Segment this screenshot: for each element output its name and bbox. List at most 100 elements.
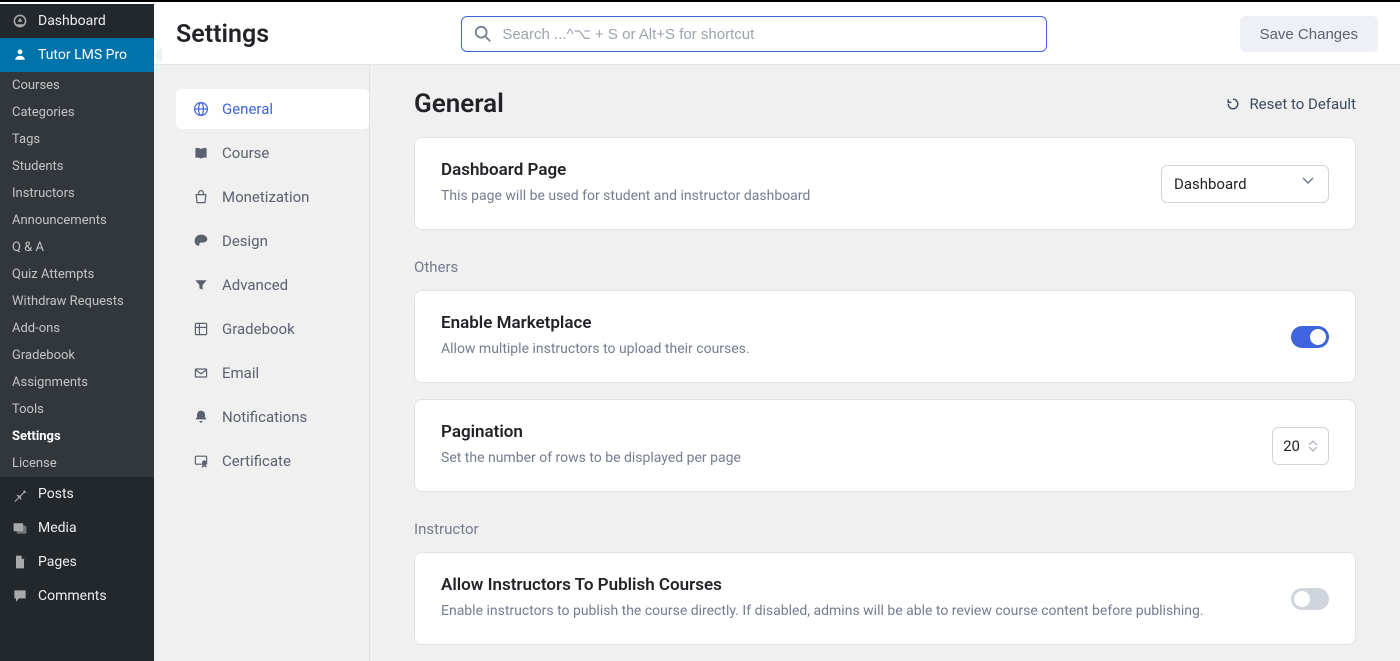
globe-icon xyxy=(192,100,210,118)
wp-sub-tags[interactable]: Tags xyxy=(0,126,154,153)
section-others-label: Others xyxy=(414,258,1356,276)
search-box[interactable] xyxy=(461,16,1047,52)
tab-label: Gradebook xyxy=(222,320,295,338)
mail-icon xyxy=(192,364,210,382)
reset-icon xyxy=(1225,96,1241,112)
tab-email[interactable]: Email xyxy=(176,353,369,393)
main-area: Settings Save Changes General xyxy=(154,4,1400,661)
dashboard-icon xyxy=(10,11,30,31)
dashboard-page-select[interactable]: Dashboard xyxy=(1161,165,1329,203)
field-label: Allow Instructors To Publish Courses xyxy=(441,575,1267,595)
wp-sub-announcements[interactable]: Announcements xyxy=(0,207,154,234)
field-desc: Enable instructors to publish the course… xyxy=(441,601,1267,622)
tab-label: Email xyxy=(222,364,259,382)
pagination-card: Pagination Set the number of rows to be … xyxy=(414,399,1356,492)
bag-icon xyxy=(192,188,210,206)
wp-sub-withdraw[interactable]: Withdraw Requests xyxy=(0,288,154,315)
topbar: Settings Save Changes xyxy=(154,4,1400,65)
field-desc: Set the number of rows to be displayed p… xyxy=(441,448,1248,469)
chevron-down-icon xyxy=(1302,177,1316,191)
wp-menu-label: Dashboard xyxy=(38,13,106,29)
dashboard-page-card: Dashboard Page This page will be used fo… xyxy=(414,137,1356,230)
reset-label: Reset to Default xyxy=(1249,95,1356,113)
wp-admin-sidebar: Dashboard Tutor LMS Pro Courses Categori… xyxy=(0,4,154,661)
wp-sub-addons[interactable]: Add-ons xyxy=(0,315,154,342)
media-icon xyxy=(10,518,30,538)
tab-advanced[interactable]: Advanced xyxy=(176,265,369,305)
wp-menu-dashboard[interactable]: Dashboard xyxy=(0,4,154,38)
comment-icon xyxy=(10,586,30,606)
wp-menu-label: Tutor LMS Pro xyxy=(38,47,127,63)
wp-menu-pages[interactable]: Pages xyxy=(0,545,154,579)
wp-menu-media[interactable]: Media xyxy=(0,511,154,545)
tab-design[interactable]: Design xyxy=(176,221,369,261)
marketplace-toggle[interactable] xyxy=(1291,326,1329,348)
grade-icon xyxy=(192,320,210,338)
wp-menu-label: Comments xyxy=(38,588,107,604)
chevron-down-icon xyxy=(1308,446,1318,452)
settings-content: General Course Monetization xyxy=(154,65,1400,661)
wp-sub-categories[interactable]: Categories xyxy=(0,99,154,126)
wp-menu-comments[interactable]: Comments xyxy=(0,579,154,613)
page-icon xyxy=(10,552,30,572)
book-icon xyxy=(192,144,210,162)
field-label: Pagination xyxy=(441,422,1248,442)
marketplace-card: Enable Marketplace Allow multiple instru… xyxy=(414,290,1356,383)
tab-label: General xyxy=(222,100,273,118)
tutor-icon xyxy=(10,45,30,65)
wp-sub-qa[interactable]: Q & A xyxy=(0,234,154,261)
number-stepper[interactable] xyxy=(1308,440,1318,452)
tab-label: Notifications xyxy=(222,408,307,426)
wp-sub-quiz-attempts[interactable]: Quiz Attempts xyxy=(0,261,154,288)
field-desc: This page will be used for student and i… xyxy=(441,186,1137,207)
wp-sub-settings[interactable]: Settings xyxy=(0,423,154,450)
wp-sub-instructors[interactable]: Instructors xyxy=(0,180,154,207)
settings-tabs: General Course Monetization xyxy=(154,65,369,661)
tab-label: Certificate xyxy=(222,452,291,470)
tab-monetization[interactable]: Monetization xyxy=(176,177,369,217)
number-value: 20 xyxy=(1283,437,1300,455)
pin-icon xyxy=(10,484,30,504)
tab-label: Course xyxy=(222,144,269,162)
wp-sub-license[interactable]: License xyxy=(0,450,154,477)
field-desc: Allow multiple instructors to upload the… xyxy=(441,339,1267,360)
page-title: Settings xyxy=(176,20,269,49)
panel-title: General xyxy=(414,89,504,119)
palette-icon xyxy=(192,232,210,250)
wp-menu-label: Pages xyxy=(38,554,77,570)
publish-toggle[interactable] xyxy=(1291,588,1329,610)
wp-menu-posts[interactable]: Posts xyxy=(0,477,154,511)
panel-header: General Reset to Default xyxy=(414,89,1356,119)
save-button[interactable]: Save Changes xyxy=(1240,16,1378,52)
wp-submenu: Courses Categories Tags Students Instruc… xyxy=(0,72,154,477)
tab-notifications[interactable]: Notifications xyxy=(176,397,369,437)
search-icon xyxy=(474,25,492,43)
tab-label: Advanced xyxy=(222,276,288,294)
field-label: Enable Marketplace xyxy=(441,313,1267,333)
wp-menu-label: Media xyxy=(38,520,77,536)
reset-button[interactable]: Reset to Default xyxy=(1225,95,1356,113)
publish-card: Allow Instructors To Publish Courses Ena… xyxy=(414,552,1356,645)
pagination-input[interactable]: 20 xyxy=(1272,427,1329,465)
bell-icon xyxy=(192,408,210,426)
tab-label: Design xyxy=(222,232,268,250)
settings-panel: General Reset to Default Dashboard Page … xyxy=(369,65,1400,661)
tab-certificate[interactable]: Certificate xyxy=(176,441,369,481)
field-label: Dashboard Page xyxy=(441,160,1137,180)
wp-menu-label: Posts xyxy=(38,486,74,502)
wp-menu-tutor-lms[interactable]: Tutor LMS Pro xyxy=(0,38,154,72)
wp-sub-assignments[interactable]: Assignments xyxy=(0,369,154,396)
select-value: Dashboard xyxy=(1174,175,1247,193)
tab-label: Monetization xyxy=(222,188,309,206)
tab-course[interactable]: Course xyxy=(176,133,369,173)
section-instructor-label: Instructor xyxy=(414,520,1356,538)
wp-sub-gradebook[interactable]: Gradebook xyxy=(0,342,154,369)
filter-icon xyxy=(192,276,210,294)
wp-sub-tools[interactable]: Tools xyxy=(0,396,154,423)
cert-icon xyxy=(192,452,210,470)
tab-gradebook[interactable]: Gradebook xyxy=(176,309,369,349)
wp-sub-courses[interactable]: Courses xyxy=(0,72,154,99)
search-input[interactable] xyxy=(502,26,1034,43)
wp-sub-students[interactable]: Students xyxy=(0,153,154,180)
tab-general[interactable]: General xyxy=(176,89,369,129)
